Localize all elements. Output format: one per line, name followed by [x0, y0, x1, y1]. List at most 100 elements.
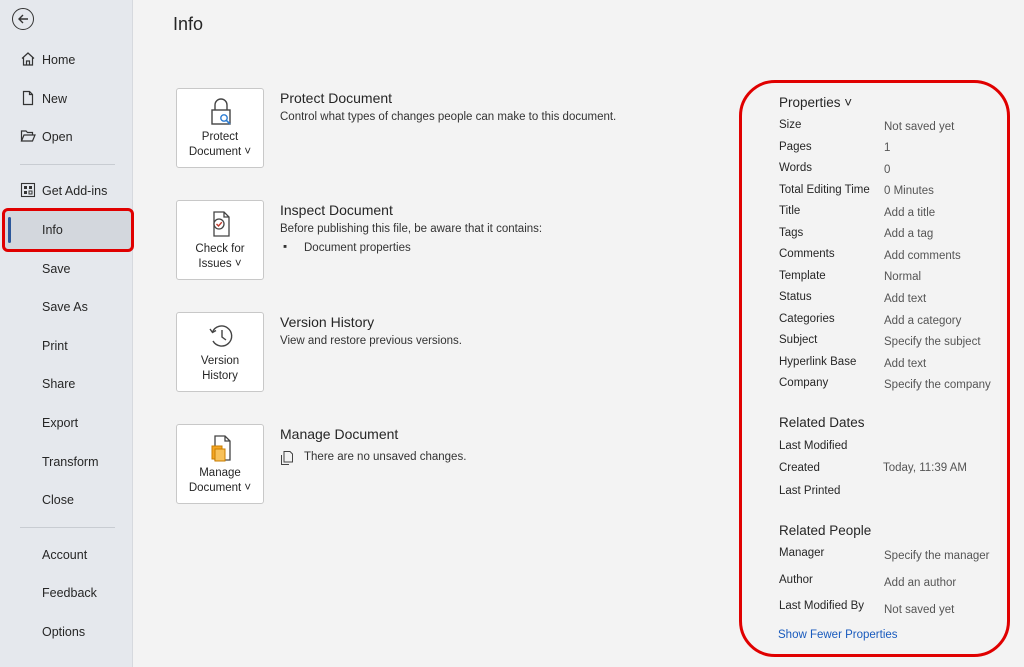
- prop-value-company[interactable]: Specify the company: [884, 379, 991, 391]
- sidebar-item-label: Export: [42, 416, 79, 430]
- manage-document-button[interactable]: Manage Document ˅: [176, 424, 264, 504]
- sidebar-item-label: Close: [42, 493, 74, 507]
- sidebar-item-feedback[interactable]: Feedback: [0, 574, 133, 612]
- sidebar-item-label: Get Add-ins: [42, 184, 108, 198]
- sidebar-item-label: Home: [42, 53, 76, 67]
- sidebar-item-label: Open: [42, 130, 73, 144]
- sidebar-item-get-add-ins[interactable]: Get Add-ins: [0, 172, 133, 210]
- button-label: Manage Document ˅: [188, 467, 252, 494]
- sidebar-item-save-as[interactable]: Save As: [0, 288, 133, 326]
- sidebar-item-label: Transform: [42, 455, 99, 469]
- prop-label-categories: Categories: [779, 313, 835, 325]
- sidebar-item-label: Account: [42, 548, 88, 562]
- prop-label-company: Company: [779, 377, 829, 389]
- sidebar-item-print[interactable]: Print: [0, 327, 133, 365]
- prop-label-size: Size: [779, 119, 802, 131]
- version-history-button[interactable]: Version History: [176, 312, 264, 392]
- inspect-document-title: Inspect Document: [280, 202, 393, 218]
- add-ins-grid-icon: [20, 182, 36, 198]
- prop-value-size: Not saved yet: [884, 121, 955, 133]
- prop-label-status: Status: [779, 291, 812, 303]
- protect-document-button[interactable]: Protect Document ˅: [176, 88, 264, 168]
- prop-value-comments[interactable]: Add comments: [884, 250, 961, 262]
- people-value-manager[interactable]: Specify the manager: [884, 550, 989, 562]
- sidebar-item-label: Info: [42, 223, 63, 237]
- prop-value-title[interactable]: Add a title: [884, 207, 935, 219]
- inspect-bullet-document-properties: Document properties: [304, 242, 411, 254]
- prop-value-template: Normal: [884, 271, 922, 283]
- prop-label-total-editing-time: Total Editing Time: [779, 184, 870, 196]
- sidebar-item-label: Options: [42, 625, 86, 639]
- manage-document-title: Manage Document: [280, 426, 399, 442]
- sidebar-item-transform[interactable]: Transform: [0, 443, 133, 481]
- sidebar-item-label: New: [42, 92, 68, 106]
- home-icon: [21, 52, 35, 66]
- prop-value-subject[interactable]: Specify the subject: [884, 336, 981, 348]
- manage-icon: [211, 435, 231, 462]
- folder-open-icon: [20, 130, 36, 142]
- history-icon: [209, 325, 233, 347]
- sidebar-item-export[interactable]: Export: [0, 404, 133, 442]
- date-label-created: Created: [779, 462, 820, 474]
- prop-value-hyperlink-base[interactable]: Add text: [884, 358, 926, 370]
- prop-value-categories[interactable]: Add a category: [884, 315, 961, 327]
- sidebar-item-open[interactable]: Open: [0, 118, 133, 156]
- sidebar-item-share[interactable]: Share: [0, 365, 133, 403]
- prop-label-words: Words: [779, 162, 813, 174]
- people-label-manager: Manager: [779, 547, 825, 559]
- prop-label-hyperlink-base: Hyperlink Base: [779, 356, 857, 368]
- people-value-last-modified-by: Not saved yet: [884, 604, 955, 616]
- prop-value-status[interactable]: Add text: [884, 293, 926, 305]
- button-label: Check for Issues ˅: [195, 243, 245, 270]
- date-value-created: Today, 11:39 AM: [883, 462, 967, 474]
- sidebar-item-label: Save As: [42, 300, 88, 314]
- arrow-left-icon: [18, 14, 28, 24]
- prop-label-comments: Comments: [779, 248, 835, 260]
- inspect-document-desc: Before publishing this file, be aware th…: [280, 223, 543, 235]
- sidebar-item-new[interactable]: New: [0, 80, 133, 118]
- prop-value-words: 0: [884, 164, 891, 176]
- bullet-mark: ▪: [283, 241, 288, 253]
- show-fewer-properties-link[interactable]: Show Fewer Properties: [778, 629, 898, 641]
- sidebar-divider: [20, 164, 115, 165]
- sidebar-item-info[interactable]: Info: [2, 208, 134, 252]
- version-history-desc: View and restore previous versions.: [280, 335, 462, 347]
- sidebar-item-close[interactable]: Close: [0, 481, 133, 519]
- people-label-author: Author: [779, 574, 813, 586]
- protect-document-desc: Control what types of changes people can…: [280, 111, 617, 123]
- prop-label-tags: Tags: [779, 227, 804, 239]
- version-history-title: Version History: [280, 314, 375, 330]
- check-for-issues-button[interactable]: Check for Issues ˅: [176, 200, 264, 280]
- prop-label-title: Title: [779, 205, 801, 217]
- people-value-author[interactable]: Add an author: [884, 577, 956, 589]
- sidebar-item-label: Save: [42, 262, 71, 276]
- inspect-icon: [213, 211, 230, 237]
- back-button[interactable]: [12, 8, 34, 30]
- button-label: Version History: [200, 355, 240, 382]
- sidebar-item-label: Share: [42, 377, 76, 391]
- sidebar-item-account[interactable]: Account: [0, 536, 133, 574]
- prop-label-template: Template: [779, 270, 826, 282]
- date-label-last-printed: Last Printed: [779, 485, 841, 497]
- sidebar-item-home[interactable]: Home: [0, 41, 133, 79]
- people-label-last-modified-by: Last Modified By: [779, 600, 865, 612]
- prop-value-pages: 1: [884, 142, 891, 154]
- button-label: Protect Document ˅: [188, 131, 252, 158]
- related-people-heading: Related People: [779, 523, 872, 538]
- protect-document-title: Protect Document: [280, 90, 393, 106]
- sidebar-item-label: Print: [42, 339, 68, 353]
- sidebar-item-options[interactable]: Options: [0, 613, 133, 651]
- manage-document-desc: There are no unsaved changes.: [304, 451, 467, 463]
- prop-value-total-editing-time: 0 Minutes: [884, 185, 934, 197]
- page-title: Info: [173, 14, 204, 34]
- prop-label-subject: Subject: [779, 334, 818, 346]
- prop-label-pages: Pages: [779, 141, 812, 153]
- sidebar-item-save[interactable]: Save: [0, 250, 133, 288]
- lock-icon: [211, 98, 231, 125]
- prop-value-tags[interactable]: Add a tag: [884, 228, 933, 240]
- backstage-sidebar: Home New Open Get Add-ins Info Save Save…: [0, 0, 134, 667]
- properties-dropdown[interactable]: Properties ˅: [779, 95, 852, 110]
- sidebar-item-label: Feedback: [42, 586, 97, 600]
- related-dates-heading: Related Dates: [779, 415, 865, 430]
- documents-icon: [281, 451, 293, 465]
